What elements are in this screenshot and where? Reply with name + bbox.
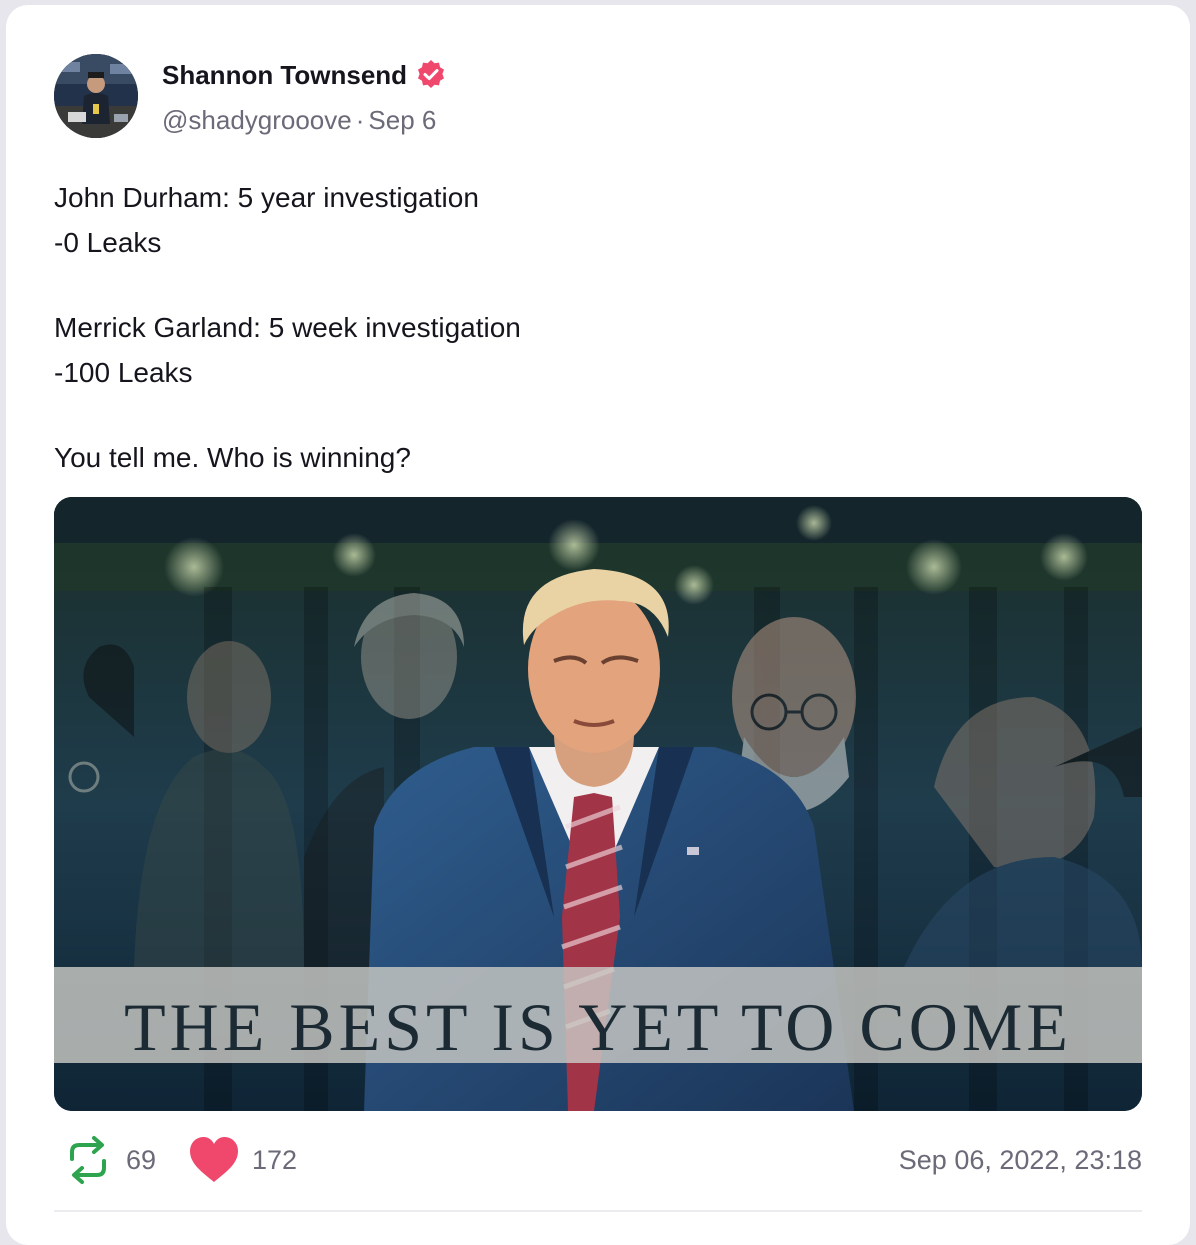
bottom-divider <box>54 1210 1142 1212</box>
post-text-line: John Durham: 5 year investigation <box>54 182 479 213</box>
author-meta: @shadygrooove · Sep 6 <box>162 105 436 136</box>
post-image-illustration: THE BEST IS YET TO COME <box>54 497 1142 1111</box>
author-handle[interactable]: @shadygrooove <box>162 105 352 135</box>
post-body: John Durham: 5 year investigation -0 Lea… <box>54 175 1134 480</box>
author-name-row: Shannon Townsend <box>162 59 447 91</box>
repost-action[interactable]: 69 <box>62 1133 156 1187</box>
post-card: Shannon Townsend @shadygrooove · Sep 6 Joh… <box>6 5 1190 1245</box>
avatar-photo <box>54 54 138 138</box>
author-avatar[interactable] <box>54 54 138 138</box>
post-image[interactable]: THE BEST IS YET TO COME <box>54 497 1142 1111</box>
author-display-name[interactable]: Shannon Townsend <box>162 60 407 91</box>
verified-badge-icon <box>418 60 445 88</box>
like-action[interactable]: 172 <box>188 1133 297 1187</box>
repost-count: 69 <box>126 1144 157 1175</box>
post-text-line: You tell me. Who is winning? <box>54 442 411 473</box>
media-caption: THE BEST IS YET TO COME <box>124 989 1072 1065</box>
post-actions: 69 172 Sep 06, 2022, 23:18 <box>54 1133 1142 1187</box>
post-timestamp[interactable]: Sep 06, 2022, 23:18 <box>899 1133 1142 1187</box>
post-text-line: -100 Leaks <box>54 357 193 388</box>
repost-icon <box>70 1136 106 1184</box>
post-text-line: Merrick Garland: 5 week investigation <box>54 312 521 343</box>
like-count: 172 <box>252 1144 298 1175</box>
post-text-line: -0 Leaks <box>54 227 162 258</box>
meta-separator: · <box>355 105 365 135</box>
post-date[interactable]: Sep 6 <box>368 105 436 135</box>
heart-icon <box>190 1137 238 1182</box>
